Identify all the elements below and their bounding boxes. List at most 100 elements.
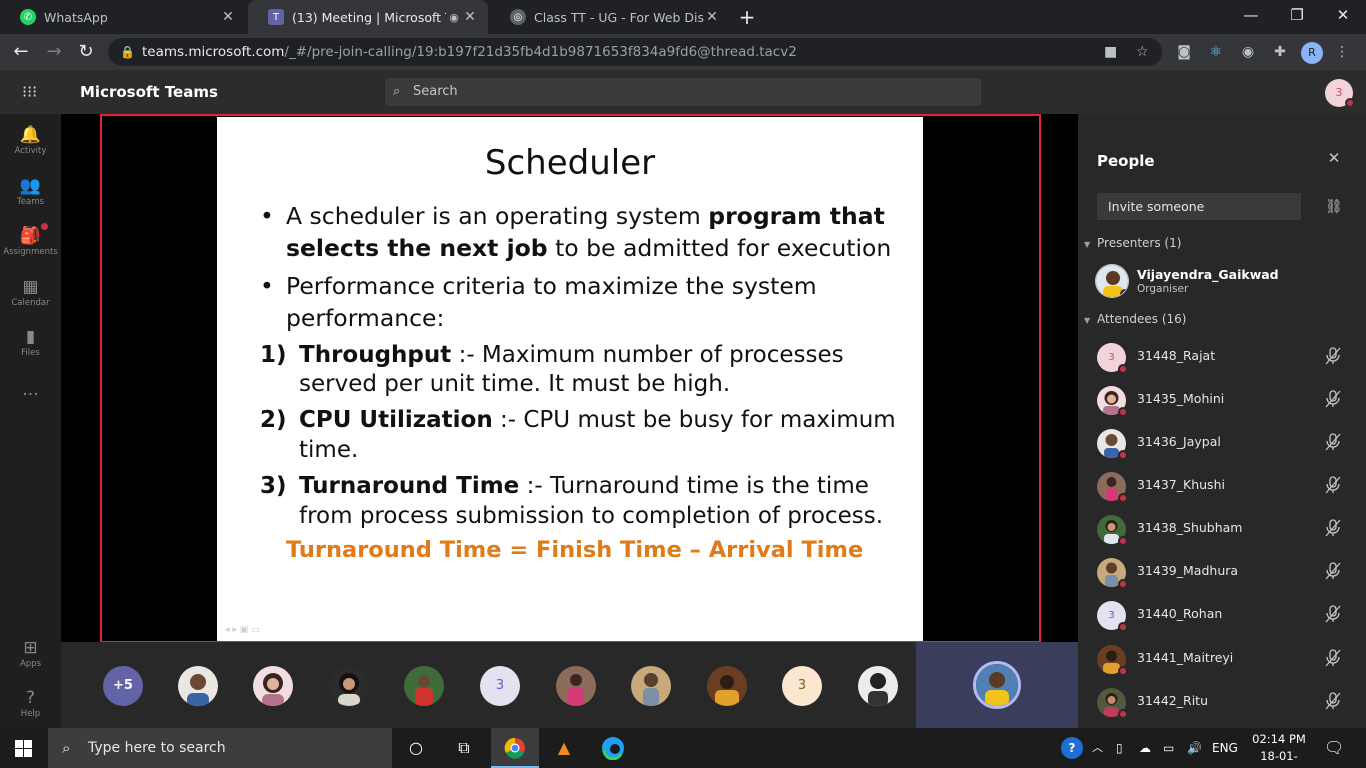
attendee-row[interactable]: 31438_Shubham [1078,509,1366,549]
language-indicator[interactable]: ENG [1212,728,1238,768]
item-text: from process submission to completion of… [299,503,884,529]
record-extension-icon[interactable]: ◉ [1238,42,1258,62]
participant-tile[interactable] [178,666,218,706]
reload-button[interactable]: ↻ [75,41,97,63]
puzzle-extensions-icon[interactable]: ✚ [1270,42,1290,62]
attendee-row[interactable]: 31439_Madhura [1078,552,1366,592]
camera-in-use-icon[interactable]: ■ [1104,38,1117,66]
mic-off-icon[interactable] [1324,432,1342,452]
bookmark-star-icon[interactable]: ☆ [1136,38,1149,66]
recording-dot-icon: ◉ [449,10,459,24]
assignments-icon: 🎒 [19,226,42,246]
close-icon[interactable]: ✕ [1326,150,1342,166]
attendee-row[interactable]: 31436_Jaypal [1078,423,1366,463]
participant-tile[interactable] [404,666,444,706]
mic-off-icon[interactable] [1324,346,1342,366]
participant-tile[interactable]: 3 [480,666,520,706]
bell-icon: 🔔 [19,125,42,145]
rail-activity[interactable]: 🔔 Activity [0,124,61,156]
attendee-row[interactable]: 31442_Ritu [1078,682,1366,722]
profile-avatar[interactable]: R [1301,42,1323,64]
mic-off-icon[interactable] [1324,648,1342,668]
rail-apps[interactable]: ⊞ Apps [0,637,61,669]
rail-help[interactable]: ? Help [0,687,61,719]
rail-teams[interactable]: 👥 Teams [0,175,61,207]
slide-controls-icon: ◂ ▸ ▣ ▭ [225,625,260,635]
back-button[interactable]: ← [10,41,32,63]
url-host: teams.microsoft.com [142,44,285,60]
chrome-menu-icon[interactable]: ⋮ [1332,42,1352,62]
help-icon: ? [25,688,36,708]
rail-assignments[interactable]: 🎒 Assignments [0,223,61,257]
attendees-section-toggle[interactable]: ▼ Attendees (16) [1084,312,1186,326]
copy-link-icon[interactable]: ⛓ [1325,199,1343,215]
avatar-photo [556,666,596,706]
attendee-row[interactable]: 3 31440_Rohan [1078,595,1366,635]
mic-off-icon[interactable] [1324,389,1342,409]
attendee-row[interactable]: 3 31448_Rajat [1078,337,1366,377]
edge-icon[interactable] [589,728,637,768]
participant-tile[interactable] [631,666,671,706]
taskbar-search-input[interactable]: ⌕ Type here to search [48,728,392,768]
search-input[interactable]: ⌕ Search [385,78,981,106]
attendee-row[interactable]: 31437_Khushi [1078,466,1366,506]
tab-teams-meeting[interactable]: T (13) Meeting | Microsoft Teams ◉ ✕ [248,0,488,34]
vlc-icon[interactable]: ▲ [540,728,588,768]
mic-off-icon[interactable] [1324,691,1342,711]
close-tab-icon[interactable]: ✕ [220,9,236,25]
mic-off-icon[interactable] [1324,561,1342,581]
chevron-up-icon[interactable]: ︿ [1092,728,1103,768]
presenter-row[interactable]: Vijayendra_Gaikwad Organiser [1078,260,1366,300]
participant-tile[interactable] [858,666,898,706]
close-window-button[interactable]: ✕ [1320,0,1366,32]
avatar-initial: 3 [1108,352,1115,363]
avatar: 3 [1097,343,1128,374]
user-avatar[interactable]: 3 [1325,79,1355,108]
mic-off-icon[interactable] [1324,604,1342,624]
presenters-section-toggle[interactable]: ▼ Presenters (1) [1084,236,1181,250]
invite-someone-input[interactable]: Invite someone [1097,193,1301,220]
forward-button[interactable]: → [43,41,65,63]
tab-class-pdf[interactable]: ◎ Class TT - UG - For Web Display.pdf ✕ [490,0,730,34]
react-devtools-icon[interactable]: ⚛ [1206,42,1226,62]
participant-tile[interactable] [707,666,747,706]
address-bar[interactable]: 🔒 teams.microsoft.com/_#/pre-join-callin… [108,38,1162,66]
mic-off-icon[interactable] [1324,518,1342,538]
cloud-icon[interactable]: ☁ [1139,728,1151,768]
rail-calendar[interactable]: ▦ Calendar [0,276,61,308]
close-tab-icon[interactable]: ✕ [462,9,478,25]
chrome-taskbar-icon[interactable] [491,728,539,768]
minimize-button[interactable]: — [1228,0,1274,32]
attendee-row[interactable]: 31435_Mohini [1078,380,1366,420]
restore-button[interactable]: ❐ [1274,0,1320,32]
cortana-icon[interactable]: ○ [392,728,440,768]
avatar [1097,688,1128,719]
help-tray-icon[interactable]: ? [1061,737,1083,759]
participant-tile[interactable]: 3 [782,666,822,706]
participant-tile[interactable] [556,666,596,706]
attendee-row[interactable]: 31441_Maitreyi [1078,639,1366,679]
people-pane-title: People [1097,152,1155,170]
new-tab-button[interactable]: + [736,6,758,28]
close-tab-icon[interactable]: ✕ [704,9,720,25]
screenshot-extension-icon[interactable]: ◙ [1174,42,1194,62]
participant-tile[interactable] [253,666,293,706]
system-clock[interactable]: 02:14 PM 18-01-2021 [1248,731,1310,768]
more-participants-button[interactable]: +5 [103,666,143,706]
mic-off-icon[interactable] [1324,475,1342,495]
volume-icon[interactable]: 🔊 [1187,728,1202,768]
task-view-icon[interactable]: ⧉ [440,728,488,768]
device-tray-icon[interactable]: ▯ [1116,728,1123,768]
calendar-icon: ▦ [22,277,39,297]
tab-whatsapp[interactable]: ✆ WhatsApp ✕ [0,0,246,34]
avatar-photo [976,664,1018,706]
presenter-video-avatar[interactable] [973,661,1021,709]
battery-icon[interactable]: ▭ [1163,728,1174,768]
app-launcher-icon[interactable]: ⁝⁝⁝ [22,83,40,101]
rail-files[interactable]: ▮ Files [0,326,61,358]
notifications-icon[interactable]: 🗨 [1324,728,1344,768]
windows-start-icon[interactable] [15,740,32,757]
participant-tile[interactable] [329,666,369,706]
avatar [1097,429,1128,460]
rail-more[interactable]: ... [0,379,61,401]
